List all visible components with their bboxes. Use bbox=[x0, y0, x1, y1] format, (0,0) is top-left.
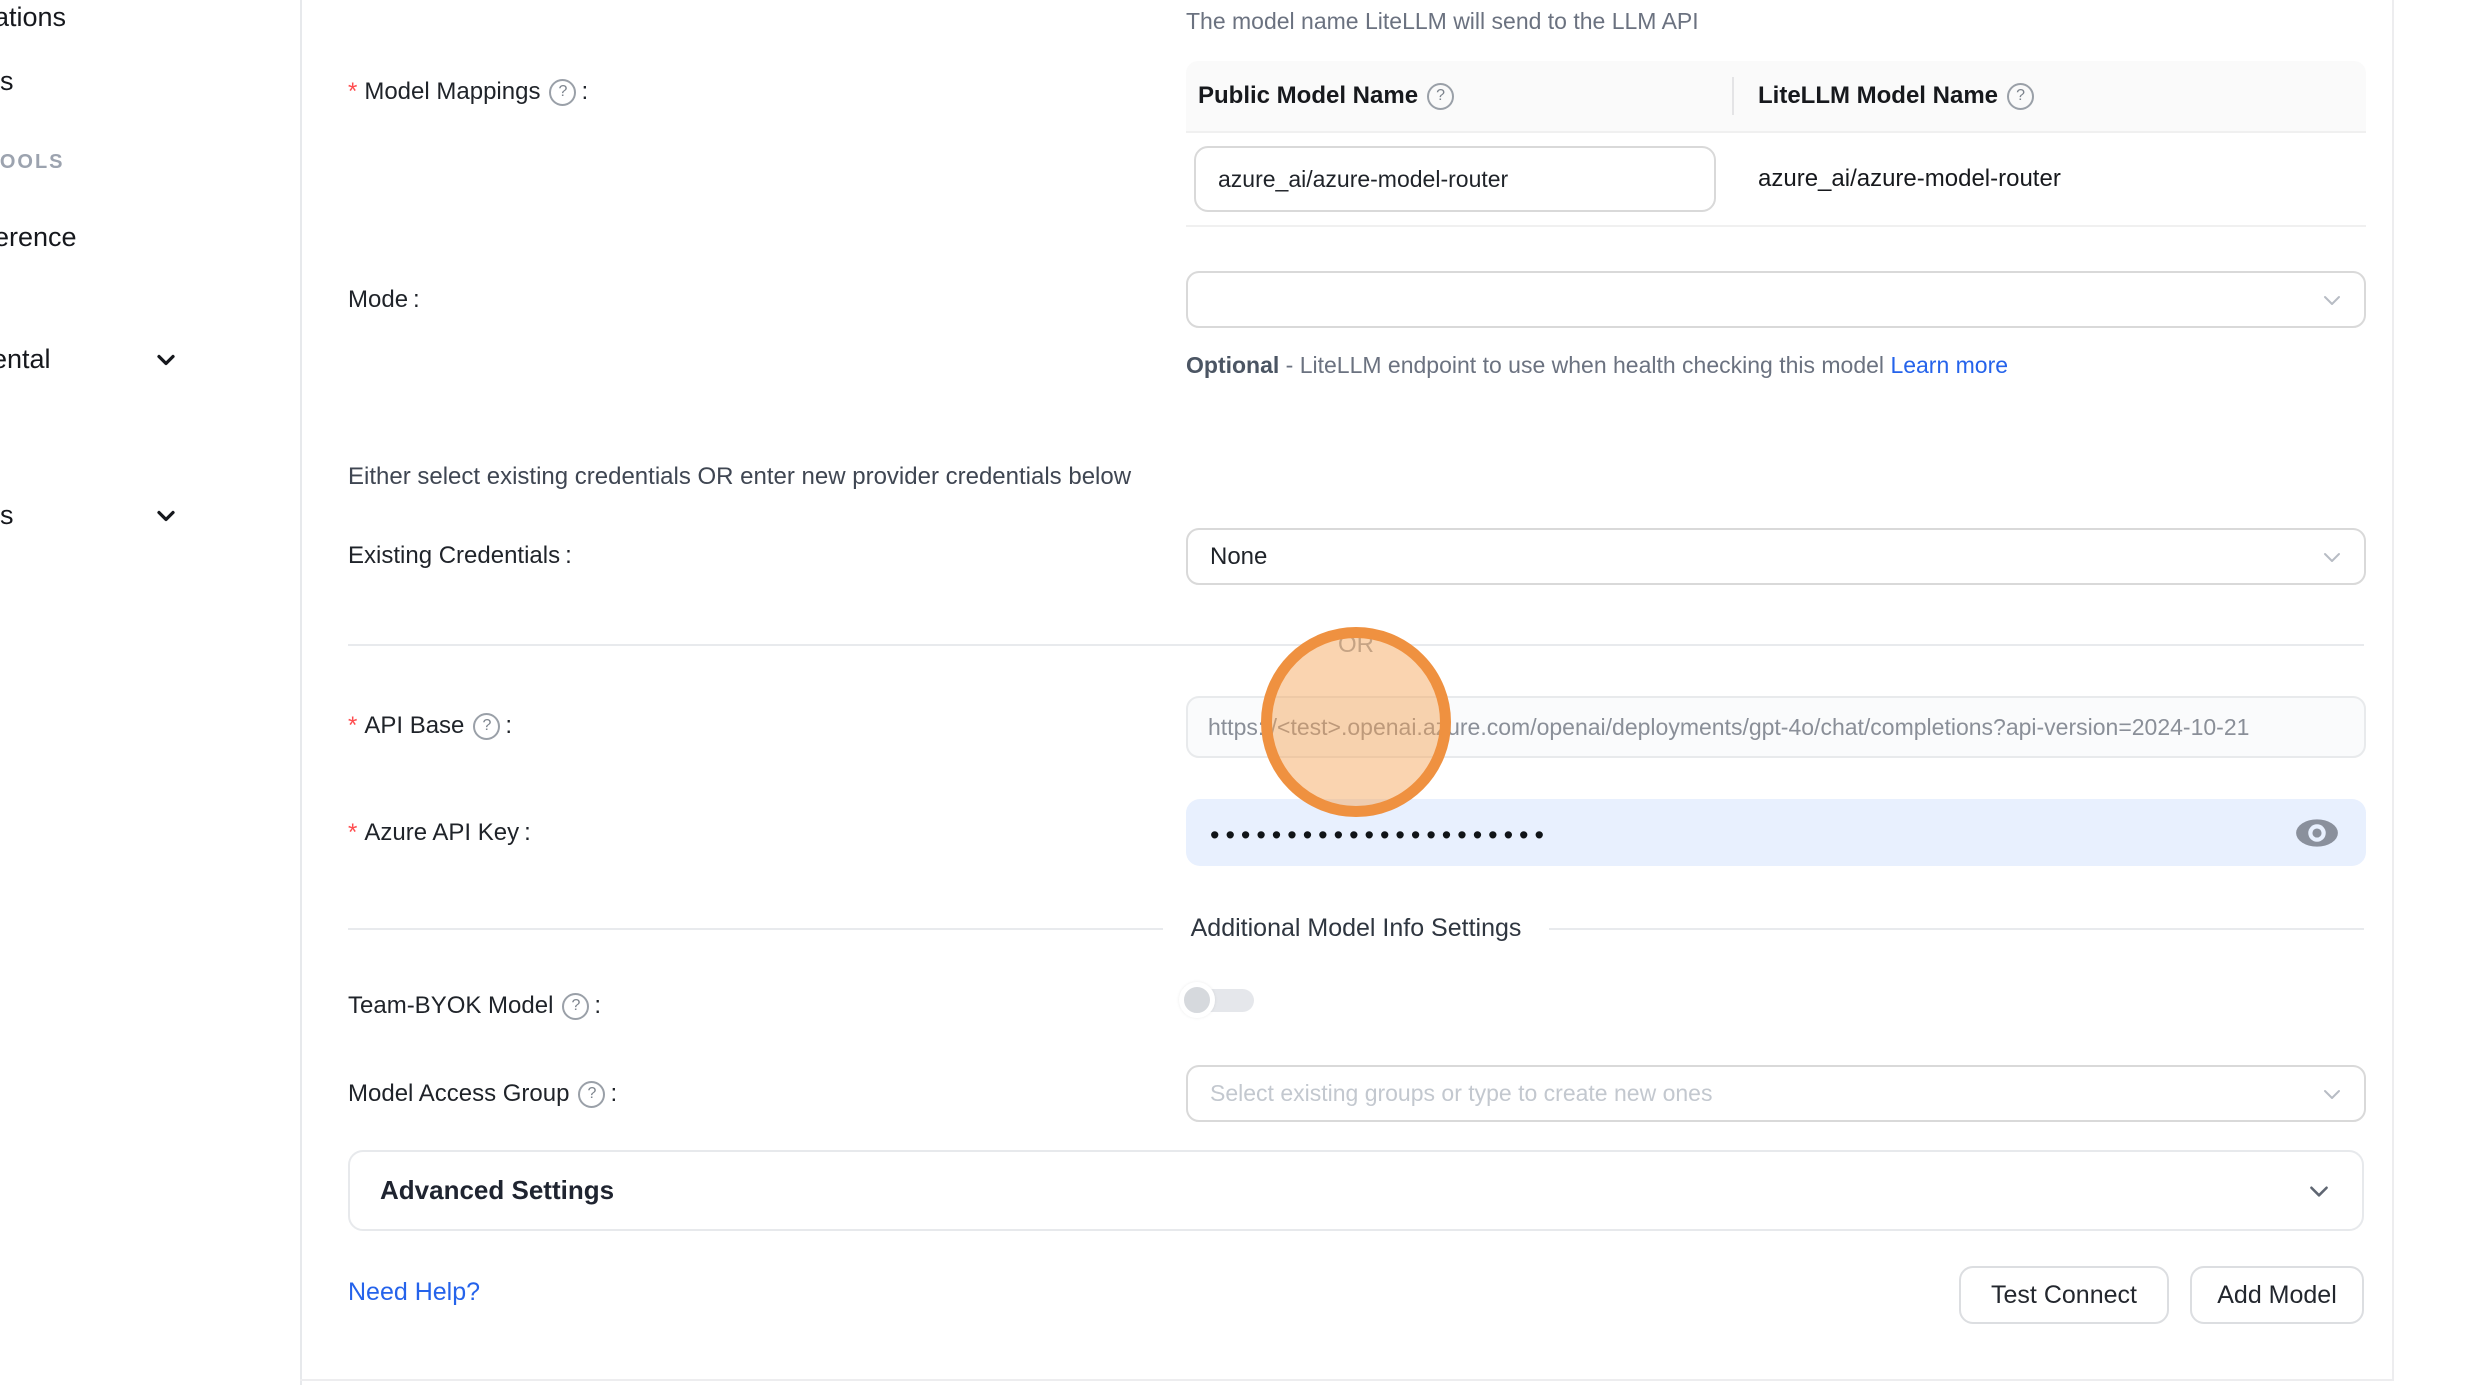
litellm-model-name-value: azure_ai/azure-model-router bbox=[1732, 165, 2366, 193]
need-help-link[interactable]: Need Help? bbox=[348, 1278, 480, 1307]
card-bottom-border bbox=[300, 1379, 2394, 1381]
chevron-down-icon bbox=[2320, 545, 2344, 569]
additional-settings-divider: Additional Model Info Settings bbox=[348, 914, 2364, 943]
azure-api-key-label: * Azure API Key : bbox=[348, 819, 531, 847]
api-base-input[interactable]: https://<test>.openai.azure.com/openai/d… bbox=[1186, 696, 2366, 758]
mode-select[interactable] bbox=[1186, 271, 2366, 328]
api-base-label: * API Base ? : bbox=[348, 712, 512, 740]
mode-help-text: Optional - LiteLLM endpoint to use when … bbox=[1186, 345, 2036, 385]
add-model-page: ations s TOOLS erence ental s The model … bbox=[0, 0, 2477, 1385]
learn-more-link[interactable]: Learn more bbox=[1890, 352, 2008, 378]
help-icon[interactable]: ? bbox=[1427, 83, 1454, 110]
required-marker: * bbox=[348, 78, 357, 106]
help-icon[interactable]: ? bbox=[562, 993, 589, 1020]
table-row: azure_ai/azure-model-router bbox=[1186, 133, 2366, 227]
help-icon[interactable]: ? bbox=[2007, 83, 2034, 110]
model-access-group-placeholder: Select existing groups or type to create… bbox=[1210, 1080, 1712, 1107]
model-mappings-table: Public Model Name ? LiteLLM Model Name ?… bbox=[1186, 61, 2366, 227]
help-icon[interactable]: ? bbox=[473, 713, 500, 740]
chevron-down-icon bbox=[2320, 288, 2344, 312]
masked-api-key: •••••••••••••••••••••• bbox=[1210, 822, 1550, 849]
existing-credentials-select[interactable]: None bbox=[1186, 528, 2366, 585]
model-mappings-table-header: Public Model Name ? LiteLLM Model Name ? bbox=[1186, 61, 2366, 133]
sidebar-section-tools: TOOLS bbox=[0, 151, 65, 174]
or-divider: OR bbox=[348, 631, 2364, 659]
credentials-note: Either select existing credentials OR en… bbox=[348, 463, 1131, 491]
eye-icon[interactable] bbox=[2294, 814, 2340, 852]
chevron-down-icon bbox=[2306, 1178, 2332, 1204]
sidebar-item-truncated-s[interactable]: s bbox=[0, 66, 14, 97]
additional-settings-divider-label: Additional Model Info Settings bbox=[1163, 914, 1550, 943]
chevron-down-icon[interactable] bbox=[152, 346, 180, 374]
model-name-helper-text: The model name LiteLLM will send to the … bbox=[1186, 8, 1699, 35]
advanced-settings-title: Advanced Settings bbox=[380, 1175, 614, 1206]
model-mappings-label: * Model Mappings ? : bbox=[348, 78, 588, 106]
model-access-group-select[interactable]: Select existing groups or type to create… bbox=[1186, 1065, 2366, 1122]
sidebar-item-truncated-ental[interactable]: ental bbox=[0, 344, 51, 375]
or-divider-label: OR bbox=[1310, 631, 1402, 659]
mode-label: Mode : bbox=[348, 286, 420, 314]
column-header-public-model-name: Public Model Name bbox=[1198, 82, 1418, 110]
model-access-group-label: Model Access Group ? : bbox=[348, 1080, 617, 1108]
test-connect-button[interactable]: Test Connect bbox=[1959, 1266, 2169, 1324]
azure-api-key-input[interactable]: •••••••••••••••••••••• bbox=[1186, 799, 2366, 866]
sidebar-item-truncated-ations[interactable]: ations bbox=[0, 2, 66, 33]
advanced-settings-panel[interactable]: Advanced Settings bbox=[348, 1150, 2364, 1231]
mode-help-bold: Optional bbox=[1186, 352, 1279, 378]
team-byok-toggle[interactable] bbox=[1186, 988, 1254, 1013]
card-right-border bbox=[2392, 0, 2394, 1381]
chevron-down-icon bbox=[2320, 1082, 2344, 1106]
team-byok-label: Team-BYOK Model ? : bbox=[348, 992, 601, 1020]
sidebar-item-truncated-erence[interactable]: erence bbox=[0, 222, 77, 253]
mode-help-body: - LiteLLM endpoint to use when health ch… bbox=[1279, 352, 1890, 378]
chevron-down-icon[interactable] bbox=[152, 502, 180, 530]
sidebar-item-truncated-s2[interactable]: s bbox=[0, 500, 14, 531]
sidebar-divider bbox=[300, 0, 302, 1385]
existing-credentials-label: Existing Credentials : bbox=[348, 542, 572, 570]
toggle-knob bbox=[1179, 982, 1215, 1018]
column-header-litellm-model-name: LiteLLM Model Name bbox=[1758, 82, 1998, 110]
help-icon[interactable]: ? bbox=[549, 79, 576, 106]
existing-credentials-value: None bbox=[1210, 543, 1267, 571]
add-model-button[interactable]: Add Model bbox=[2190, 1266, 2364, 1324]
required-marker: * bbox=[348, 712, 357, 740]
public-model-name-input[interactable] bbox=[1194, 146, 1716, 212]
required-marker: * bbox=[348, 819, 357, 847]
help-icon[interactable]: ? bbox=[578, 1081, 605, 1108]
